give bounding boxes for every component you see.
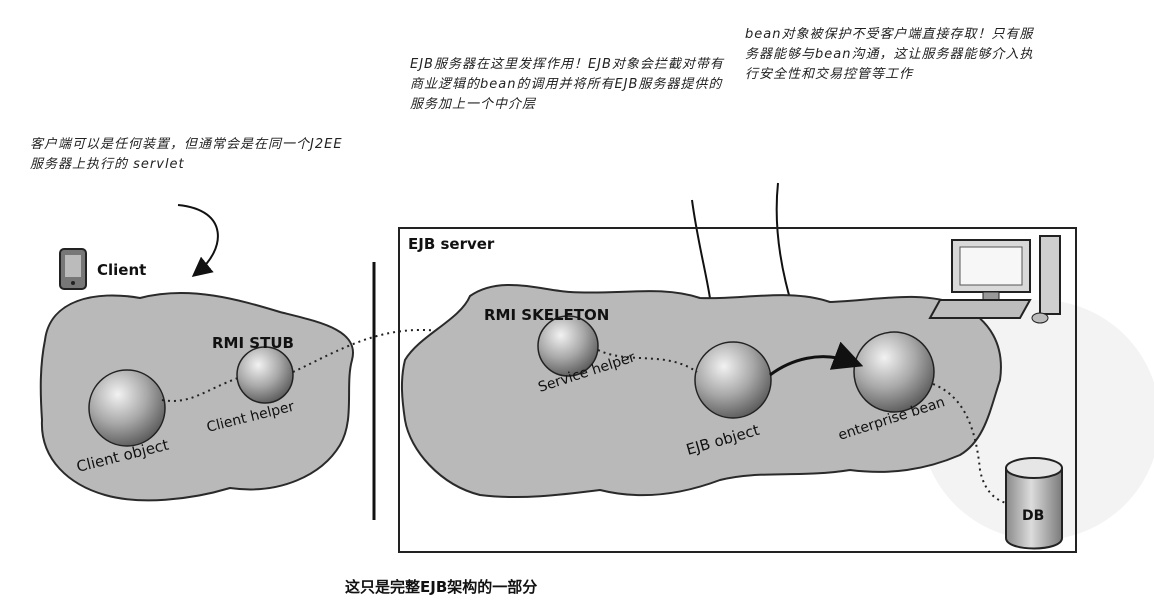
- client-device-icon: [59, 248, 87, 290]
- ejb-architecture-diagram: 客户端可以是任何装置，但通常会是在同一个J2EE服务器上执行的 servlet …: [0, 0, 1154, 607]
- ejb-server-title: EJB server: [408, 235, 495, 253]
- rmi-skeleton-label: RMI SKELETON: [484, 306, 609, 324]
- database-icon: [1005, 457, 1063, 550]
- client-helper-sphere: [236, 346, 294, 404]
- client-title: Client: [97, 261, 146, 279]
- client-object-sphere: [88, 369, 166, 447]
- ejb-object-sphere: [694, 341, 772, 419]
- rmi-stub-label: RMI STUB: [212, 334, 294, 352]
- figure-caption: 这只是完整EJB架构的一部分: [345, 578, 538, 596]
- computer-icon: [928, 235, 1061, 324]
- client-note-arrow: [177, 204, 219, 278]
- db-label: DB: [1022, 508, 1044, 524]
- diagram-canvas: Client RMI STUB Client object Client hel…: [39, 182, 1154, 553]
